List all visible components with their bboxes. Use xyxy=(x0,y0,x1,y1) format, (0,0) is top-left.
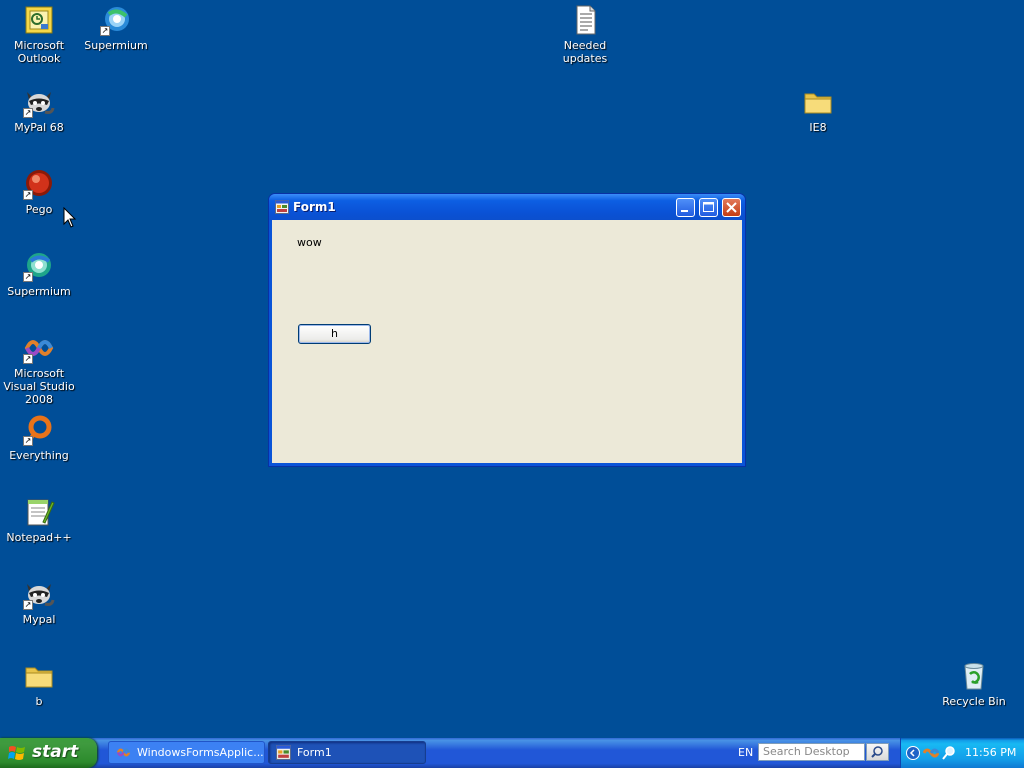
desktop-icon-label: b xyxy=(35,695,43,708)
desktop-icon-needed-updates[interactable]: Needed updates xyxy=(546,4,624,65)
shortcut-arrow-icon: ↗ xyxy=(23,108,33,118)
taskbar-button-label: WindowsFormsApplic... xyxy=(137,746,264,759)
start-label: start xyxy=(32,742,79,762)
maximize-icon xyxy=(703,202,714,212)
text-document-icon xyxy=(569,4,601,36)
supermium-icon: ↗ xyxy=(23,250,55,282)
everything-search-icon: ↗ xyxy=(23,414,55,446)
taskbar-button-label: Form1 xyxy=(297,746,332,759)
show-hidden-icons-button[interactable] xyxy=(906,746,920,760)
close-icon xyxy=(726,202,737,213)
desktop-icon-label: IE8 xyxy=(809,121,827,134)
desktop-icon-label: Everything xyxy=(9,449,69,462)
desktop-icon-b[interactable]: b xyxy=(0,660,78,708)
close-button[interactable] xyxy=(722,198,741,217)
mypal-raccoon-icon: ↗ xyxy=(23,86,55,118)
minimize-button[interactable] xyxy=(676,198,695,217)
window-titlebar[interactable]: Form1 xyxy=(269,194,745,220)
desktop-icon-label: MyPal 68 xyxy=(14,121,64,134)
search-icon xyxy=(871,746,883,758)
form-icon xyxy=(276,745,291,760)
desktop-icon-mypal-68[interactable]: ↗ MyPal 68 xyxy=(0,86,78,134)
recycle-bin-icon xyxy=(958,660,990,692)
outlook-icon xyxy=(23,4,55,36)
shortcut-arrow-icon: ↗ xyxy=(23,600,33,610)
shortcut-arrow-icon: ↗ xyxy=(100,26,110,36)
desktop-icon-label: Mypal xyxy=(22,613,56,626)
taskbar-button-form1[interactable]: Form1 xyxy=(268,741,426,764)
taskbar-button-windowsformsapplication[interactable]: WindowsFormsApplic... xyxy=(108,741,265,764)
visual-studio-icon xyxy=(116,748,131,757)
form1-window: Form1 wow h xyxy=(268,193,746,467)
desktop-icon-microsoft-outlook[interactable]: Microsoft Outlook xyxy=(0,4,78,65)
chevron-left-icon xyxy=(909,749,915,757)
desktop-icon-label: Microsoft Visual Studio 2008 xyxy=(3,367,75,406)
search-tray-icon[interactable] xyxy=(941,745,957,761)
mypal-raccoon-icon: ↗ xyxy=(23,578,55,610)
desktop-icon-ie8[interactable]: IE8 xyxy=(779,86,857,134)
form-icon xyxy=(275,200,289,214)
supermium-icon: ↗ xyxy=(100,4,132,36)
window-title: Form1 xyxy=(293,200,336,214)
desktop-icon-notepad-plus-plus[interactable]: Notepad++ xyxy=(0,496,78,544)
folder-icon xyxy=(23,660,55,692)
minimize-icon xyxy=(681,210,688,212)
desktop: Microsoft Outlook ↗ Supermium Needed upd… xyxy=(0,0,1024,738)
mouse-cursor-icon xyxy=(63,207,77,228)
shortcut-arrow-icon: ↗ xyxy=(23,272,33,282)
desktop-icon-label: Recycle Bin xyxy=(942,695,1006,708)
language-indicator[interactable]: EN xyxy=(738,746,753,759)
desktop-icon-visual-studio-2008[interactable]: ↗ Microsoft Visual Studio 2008 xyxy=(0,332,78,406)
shortcut-arrow-icon: ↗ xyxy=(23,190,33,200)
desktop-icon-supermium[interactable]: ↗ Supermium xyxy=(77,4,155,52)
taskbar: start WindowsFormsApplic... Form1 EN Sea… xyxy=(0,738,1024,768)
pego-icon: ↗ xyxy=(23,168,55,200)
shortcut-arrow-icon: ↗ xyxy=(23,436,33,446)
visual-studio-tray-icon[interactable] xyxy=(923,745,939,761)
desktop-icon-supermium[interactable]: ↗ Supermium xyxy=(0,250,78,298)
visual-studio-icon: ↗ xyxy=(23,332,55,364)
desktop-icon-label: Supermium xyxy=(84,39,148,52)
desktop-icon-label: Microsoft Outlook xyxy=(13,39,65,65)
windows-flag-icon xyxy=(8,746,25,760)
clock[interactable]: 11:56 PM xyxy=(965,746,1016,759)
folder-icon xyxy=(802,86,834,118)
shortcut-arrow-icon: ↗ xyxy=(23,354,33,364)
desktop-icon-label: Needed updates xyxy=(562,39,608,65)
desktop-icon-mypal[interactable]: ↗ Mypal xyxy=(0,578,78,626)
wow-label: wow xyxy=(297,236,322,249)
notepad-plus-plus-icon xyxy=(23,496,55,528)
start-button[interactable]: start xyxy=(0,738,97,768)
h-button[interactable]: h xyxy=(298,324,371,344)
desktop-icon-label: Supermium xyxy=(7,285,71,298)
maximize-button[interactable] xyxy=(699,198,718,217)
system-tray: 11:56 PM xyxy=(900,738,1024,768)
search-button[interactable] xyxy=(866,743,889,761)
desktop-icon-label: Notepad++ xyxy=(6,531,72,544)
desktop-search-input[interactable]: Search Desktop xyxy=(758,743,865,761)
desktop-icon-everything[interactable]: ↗ Everything xyxy=(0,414,78,462)
form1-client-area: wow h xyxy=(272,220,742,463)
desktop-icon-recycle-bin[interactable]: Recycle Bin xyxy=(935,660,1013,708)
